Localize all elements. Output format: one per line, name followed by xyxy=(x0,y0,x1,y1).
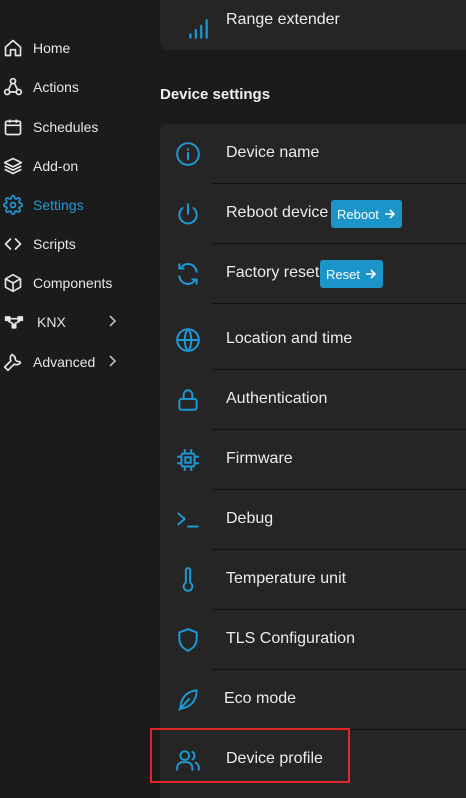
setting-label: TLS Configuration xyxy=(226,630,355,647)
setting-label: Reboot device xyxy=(226,204,329,221)
setting-label: Firmware xyxy=(226,450,293,467)
setting-row-debug[interactable]: Debug xyxy=(160,490,466,550)
section-title: Device settings xyxy=(160,86,271,103)
setting-row-device-profile[interactable]: Device profile xyxy=(160,730,466,790)
setting-row-reboot-device[interactable]: Reboot device Reboot xyxy=(160,184,466,244)
chip-icon xyxy=(175,447,201,473)
sidebar-item-label: KNX xyxy=(37,314,66,330)
chevron-right-icon xyxy=(107,354,117,368)
sidebar-item-label: Add-on xyxy=(33,158,79,174)
arrow-right-icon xyxy=(365,268,377,280)
knx-network-icon xyxy=(2,312,26,332)
sidebar-item-home[interactable]: Home xyxy=(0,30,150,66)
sidebar-item-advanced[interactable]: Advanced xyxy=(0,344,150,380)
setting-row-tls-configuration[interactable]: TLS Configuration xyxy=(160,610,466,670)
reset-button[interactable]: Reset xyxy=(320,260,383,288)
chevron-right-icon xyxy=(107,314,117,328)
sidebar-item-actions[interactable]: Actions xyxy=(0,69,150,105)
sidebar-item-settings[interactable]: Settings xyxy=(0,187,150,223)
sidebar-item-scripts[interactable]: Scripts xyxy=(0,226,150,262)
setting-row-temperature-unit[interactable]: Temperature unit xyxy=(160,550,466,610)
power-icon xyxy=(175,201,201,227)
wrench-icon xyxy=(3,352,23,372)
reboot-button-label: Reboot xyxy=(337,206,379,222)
terminal-icon xyxy=(175,507,201,533)
sidebar-item-label: Components xyxy=(33,275,113,291)
setting-row-location-and-time[interactable]: Location and time xyxy=(160,310,466,370)
sidebar-item-label: Settings xyxy=(33,197,84,213)
setting-label: Device profile xyxy=(226,750,323,767)
setting-label: Factory reset xyxy=(226,264,320,281)
code-icon xyxy=(3,234,23,254)
sidebar-item-label: Actions xyxy=(33,79,79,95)
setting-label: Debug xyxy=(226,510,274,527)
reset-button-label: Reset xyxy=(326,266,360,282)
sidebar-item-schedules[interactable]: Schedules xyxy=(0,109,150,145)
actions-icon xyxy=(3,77,23,97)
calendar-icon xyxy=(3,117,23,137)
setting-label: Location and time xyxy=(226,330,353,347)
setting-row-range-extender[interactable]: Range extender xyxy=(160,0,466,50)
setting-row-eco-mode[interactable]: Eco mode xyxy=(160,670,466,730)
sidebar-item-knx[interactable]: KNX xyxy=(0,304,150,340)
setting-label: Authentication xyxy=(226,390,328,407)
setting-row-authentication[interactable]: Authentication xyxy=(160,370,466,430)
sidebar-item-label: Schedules xyxy=(33,119,99,135)
setting-row-factory-reset[interactable]: Factory reset Reset xyxy=(160,244,466,304)
components-icon xyxy=(3,273,23,293)
setting-row-device-name[interactable]: Device name xyxy=(160,124,466,184)
sidebar-item-label: Scripts xyxy=(33,236,76,252)
device-settings-card: Device name Reboot device Reboot Factory… xyxy=(160,124,466,798)
sidebar-item-label: Home xyxy=(33,40,71,56)
arrow-right-icon xyxy=(384,208,396,220)
info-icon xyxy=(175,141,201,167)
layers-icon xyxy=(3,156,23,176)
leaf-icon xyxy=(175,687,201,713)
divider xyxy=(212,303,466,304)
globe-icon xyxy=(175,327,201,353)
refresh-icon xyxy=(175,261,201,287)
settings-card-top: Range extender xyxy=(160,0,466,50)
setting-label: Range extender xyxy=(226,11,340,28)
lock-icon xyxy=(175,387,201,413)
sidebar: Home Actions Schedules Add-on Settings S… xyxy=(0,0,150,798)
main-content: Range extender Device settings Device na… xyxy=(150,0,466,798)
setting-label: Device name xyxy=(226,144,320,161)
sidebar-item-add-on[interactable]: Add-on xyxy=(0,148,150,184)
setting-label: Eco mode xyxy=(224,690,297,707)
users-icon xyxy=(175,747,201,773)
reboot-button[interactable]: Reboot xyxy=(331,200,402,228)
shield-icon xyxy=(175,627,201,653)
home-icon xyxy=(3,38,23,58)
sidebar-item-components[interactable]: Components xyxy=(0,265,150,301)
setting-label: Temperature unit xyxy=(226,570,347,587)
setting-row-firmware[interactable]: Firmware xyxy=(160,430,466,490)
gear-icon xyxy=(3,195,23,215)
thermometer-icon xyxy=(175,567,201,593)
sidebar-item-label: Advanced xyxy=(33,354,96,370)
signal-bars-icon xyxy=(185,16,211,42)
